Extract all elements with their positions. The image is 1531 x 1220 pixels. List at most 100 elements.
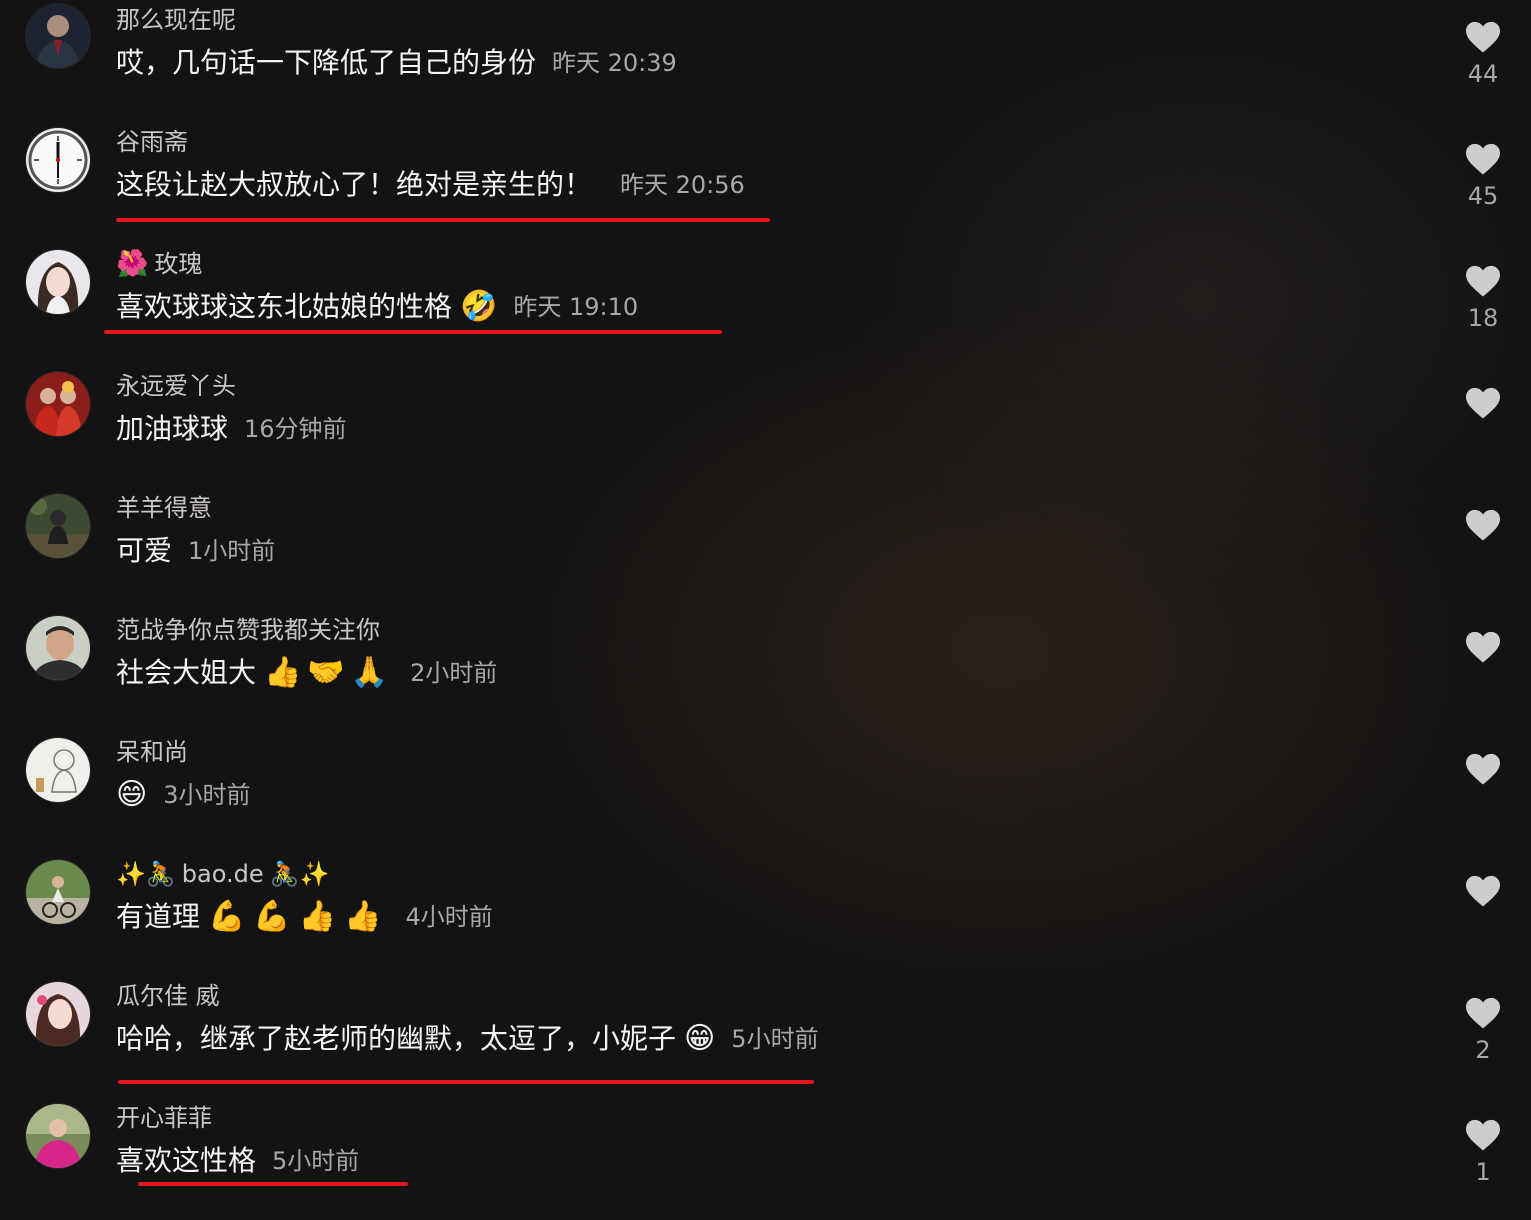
username-text: 玫瑰 [154,250,203,278]
comment-username[interactable]: 那么现在呢 [116,4,236,36]
username-text: 永远爱丫头 [116,372,236,400]
comment-item[interactable]: 呆和尚 😄 3小时前 [0,732,1531,854]
man-portrait-avatar[interactable] [26,616,90,680]
comment-list: 那么现在呢 哎，几句话一下降低了自己的身份 昨天 20:39 44 谷雨斋 这段… [0,0,1531,1209]
heart-icon [1466,631,1500,663]
highlight-underline [118,1080,814,1084]
flex-thumbs-emoji-icon: 💪💪👍👍 [208,899,390,934]
comment-time: 昨天 19:10 [513,293,639,321]
comment-text: 有道理 [116,900,201,933]
heart-icon [1466,509,1500,541]
beaming-face-emoji-icon: 😁 [684,1021,716,1056]
comment-item[interactable]: ✨🚴 bao.de 🚴✨ 有道理 💪💪👍👍 4小时前 [0,854,1531,976]
comment-text: 这段让赵大叔放心了！绝对是亲生的！ [116,168,593,201]
grinning-emoji-icon: 😄 [116,777,148,812]
comment-time: 4小时前 [405,903,493,931]
username-text: 那么现在呢 [116,6,236,34]
comment-item[interactable]: 羊羊得意 可爱 1小时前 [0,488,1531,610]
comment-item[interactable]: 开心菲菲 喜欢这性格 5小时前 1 [0,1098,1531,1220]
comment-time: 3小时前 [163,781,251,809]
comment-item[interactable]: 永远爱丫头 加油球球 16分钟前 [0,366,1531,488]
heart-icon [1466,21,1500,53]
comment-text: 加油球球 [116,412,229,445]
username-text: 开心菲菲 [116,1104,212,1132]
monk-drawing-avatar[interactable] [26,738,90,802]
comment-content: 喜欢这性格 5小时前 [116,1138,359,1184]
heart-icon [1466,753,1500,785]
comment-text: 哎，几句话一下降低了自己的身份 [116,46,537,79]
comment-text: 可爱 [116,534,173,567]
like-button[interactable] [1463,630,1503,670]
heart-icon [1466,997,1500,1029]
like-button[interactable] [1463,508,1503,548]
comment-username[interactable]: 谷雨斋 [116,126,188,158]
cyclist-avatar[interactable] [26,860,90,924]
comment-item[interactable]: 范战争你点赞我都关注你 社会大姐大 👍🤝🙏 2小时前 [0,610,1531,732]
woman-pink-jacket-avatar[interactable] [26,1104,90,1168]
comment-time: 昨天 20:39 [552,49,677,77]
outdoor-child-avatar[interactable] [26,494,90,558]
like-count: 2 [1475,1036,1491,1064]
comment-username[interactable]: ✨🚴 bao.de 🚴✨ [116,858,329,890]
like-button[interactable] [1463,874,1503,914]
comment-content: 这段让赵大叔放心了！绝对是亲生的！ 昨天 20:56 [116,162,745,208]
comment-content: 可爱 1小时前 [116,528,275,574]
comment-content: 社会大姐大 👍🤝🙏 2小时前 [116,650,497,696]
username-text: 瓜尔佳 威 [116,982,220,1010]
like-button[interactable] [1463,386,1503,426]
heart-icon [1466,387,1500,419]
heart-icon [1466,875,1500,907]
like-count: 18 [1467,304,1499,332]
like-count: 1 [1475,1158,1491,1186]
woman-selfie-avatar[interactable] [26,982,90,1046]
comment-time: 5小时前 [731,1025,819,1053]
comment-username[interactable]: 范战争你点赞我都关注你 [116,614,380,646]
comment-time: 2小时前 [410,659,498,687]
like-button[interactable]: 45 [1463,142,1503,210]
like-button[interactable]: 1 [1463,1118,1503,1186]
comment-time: 昨天 20:56 [620,171,745,199]
heart-icon [1466,265,1500,297]
woman-portrait-avatar[interactable] [26,250,90,314]
heart-icon [1466,143,1500,175]
comment-username[interactable]: 呆和尚 [116,736,188,768]
comment-content: 有道理 💪💪👍👍 4小时前 [116,894,493,940]
comment-content: 哈哈，继承了赵老师的幽默，太逗了，小妮子 😁 5小时前 [116,1016,819,1062]
sparkles-cyclist-icon: ✨🚴 [116,860,176,888]
comment-text: 社会大姐大 [116,656,257,689]
username-text: 谷雨斋 [116,128,188,156]
comment-content: 加油球球 16分钟前 [116,406,347,452]
comment-item[interactable]: 那么现在呢 哎，几句话一下降低了自己的身份 昨天 20:39 44 [0,0,1531,122]
comment-content: 😄 3小时前 [116,772,251,818]
cyclist-sparkles-icon: 🚴✨ [269,860,330,888]
like-button[interactable] [1463,752,1503,792]
comment-username[interactable]: 开心菲菲 [116,1102,212,1134]
like-button[interactable]: 44 [1463,20,1503,88]
comment-username[interactable]: 🌺 玫瑰 [116,248,202,280]
man-in-suit-avatar[interactable] [26,4,90,68]
comment-username[interactable]: 永远爱丫头 [116,370,236,402]
comment-username[interactable]: 瓜尔佳 威 [116,980,220,1012]
clock-avatar[interactable] [26,128,90,192]
comment-item[interactable]: 谷雨斋 这段让赵大叔放心了！绝对是亲生的！ 昨天 20:56 45 [0,122,1531,244]
wedding-couple-avatar[interactable] [26,372,90,436]
comment-content: 哎，几句话一下降低了自己的身份 昨天 20:39 [116,40,677,86]
comment-time: 16分钟前 [244,415,347,443]
username-text: 范战争你点赞我都关注你 [116,616,380,644]
hibiscus-icon: 🌺 [116,249,149,279]
like-button[interactable]: 18 [1463,264,1503,332]
heart-icon [1466,1119,1500,1151]
highlight-underline [104,330,722,334]
comment-item[interactable]: 🌺 玫瑰 喜欢球球这东北姑娘的性格 🤣 昨天 19:10 18 [0,244,1531,366]
rofl-emoji-icon: 🤣 [460,289,498,324]
comment-text: 喜欢球球这东北姑娘的性格 [116,290,453,323]
highlight-underline [116,218,770,222]
comment-text: 哈哈，继承了赵老师的幽默，太逗了，小妮子 [116,1022,677,1055]
comment-username[interactable]: 羊羊得意 [116,492,212,524]
comment-time: 5小时前 [272,1147,360,1175]
like-count: 44 [1467,60,1499,88]
username-text: 呆和尚 [116,738,188,766]
comment-content: 喜欢球球这东北姑娘的性格 🤣 昨天 19:10 [116,284,638,330]
like-button[interactable]: 2 [1463,996,1503,1064]
like-count: 45 [1467,182,1499,210]
